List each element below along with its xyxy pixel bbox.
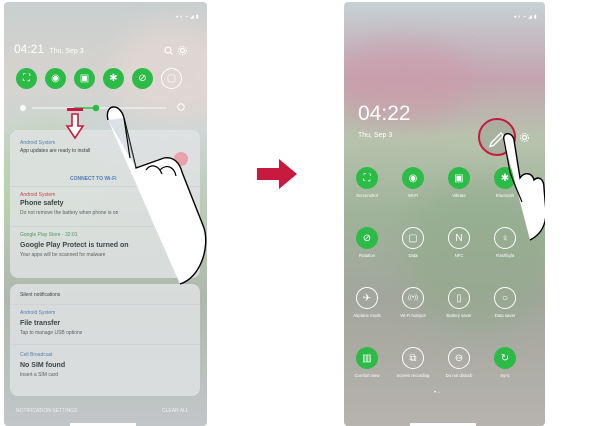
tile-screen-recording[interactable]: ⧉ Screen recording (390, 347, 436, 378)
tile-label: Battery saver (446, 313, 472, 318)
airplane-icon: ✈ (356, 287, 378, 309)
tile-label: NFC (454, 253, 464, 258)
tile-screenshot[interactable]: ⛶ Screenshot (344, 167, 390, 198)
brightness-thumb (92, 104, 100, 112)
divider (10, 304, 200, 305)
data-saver-icon: ○ (494, 287, 516, 309)
tile-label: Do not disturb (445, 373, 473, 378)
tile-label: Screen recording (396, 373, 430, 378)
notification-app: Cell Broadcast (20, 352, 53, 358)
wifi-icon[interactable]: ◉ (45, 68, 66, 89)
status-bar: ◂ ◐ ⌁ ◢ ▮ (175, 14, 199, 20)
notification-body: Insert a SIM card (20, 372, 59, 378)
tile-label: Screenshot (356, 193, 378, 198)
notification-settings-button[interactable]: NOTIFICATION SETTINGS (16, 408, 77, 414)
notification-body: Your apps will be scanned for malware (20, 252, 106, 258)
rotation-icon: ⊘ (356, 227, 378, 249)
vibrate-icon[interactable]: ▣ (74, 68, 95, 89)
do-not-disturb-icon: ⊖ (448, 347, 470, 369)
notification-app: Android System (20, 192, 56, 198)
tile-battery-saver[interactable]: ▯ Battery saver (436, 287, 482, 318)
tile-comfort-view[interactable]: ▥ Comfort view (344, 347, 390, 378)
arrow-down-icon (65, 108, 85, 140)
bluetooth-icon[interactable]: ✱ (103, 68, 124, 89)
tile-wi-fi-hotspot[interactable]: ((•)) Wi-Fi hotspot (390, 287, 436, 318)
clock-date: Thu, Sep 3 (49, 48, 84, 55)
brightness-icon (20, 105, 26, 111)
tile-do-not-disturb[interactable]: ⊖ Do not disturb (436, 347, 482, 378)
data-icon: ▢ (402, 227, 424, 249)
clock-time: 04:22 (358, 102, 411, 125)
clock-time: 04:21 Thu, Sep 3 (14, 42, 84, 56)
tile-label: Wi-Fi hotspot (400, 313, 426, 318)
notification-title: Phone safety (20, 200, 64, 207)
notification-title: File transfer (20, 320, 61, 327)
search-icon[interactable] (164, 46, 173, 55)
battery-icon: ▯ (448, 287, 470, 309)
tile-label: Comfort view (354, 373, 380, 378)
tile-nfc[interactable]: N NFC (436, 227, 482, 258)
notification-title: No SIM found (20, 362, 66, 369)
tile-label: Data (408, 253, 418, 258)
tile-data[interactable]: ▢ Data (390, 227, 436, 258)
tile-rotation[interactable]: ⊘ Rotation (344, 227, 390, 258)
silent-header: Silent notifications (20, 292, 61, 298)
tile-wi-fi[interactable]: ◉ Wi-Fi (390, 167, 436, 198)
notification-title: App updates are ready to install (20, 148, 91, 154)
tile-label: Wi-Fi (407, 193, 419, 198)
tile-label: Data saver (494, 313, 516, 318)
silent-notification-group[interactable]: Silent notifications Android System File… (10, 284, 200, 396)
tile-label: Sync (500, 373, 510, 378)
clear-all-button[interactable]: CLEAR ALL (162, 408, 189, 414)
quick-settings-row: ⛶ ◉ ▣ ✱ ⊘ ▢ (16, 68, 182, 89)
left-phone-screen: ◂ ◐ ⌁ ◢ ▮ 04:21 Thu, Sep 3 ⛶ ◉ ▣ ✱ ⊘ ▢ Androi… (4, 2, 207, 426)
screenshot-icon[interactable]: ⛶ (16, 68, 37, 89)
hand-icon (106, 106, 207, 285)
divider (10, 344, 200, 345)
status-bar: ◂ ◐ ⌁ ◢ ▮ (513, 14, 537, 20)
gear-icon[interactable] (178, 46, 187, 55)
tile-data-saver[interactable]: ○ Data saver (482, 287, 528, 318)
notification-body: Tap to manage USB options (20, 330, 83, 336)
notification-app: Google Play Store · 32:01 (20, 232, 78, 238)
tile-label: Flashlight (495, 253, 515, 258)
tile-vibrate[interactable]: ▣ Vibrate (436, 167, 482, 198)
nfc-icon: N (448, 227, 470, 249)
vibrate-icon: ▣ (448, 167, 470, 189)
clock-date: Thu, Sep 3 (358, 132, 393, 139)
hand-icon (503, 132, 545, 241)
screenshot-icon: ⛶ (356, 167, 378, 189)
rotation-icon[interactable]: ⊘ (132, 68, 153, 89)
page-indicator: • ◦ (434, 390, 440, 396)
notification-app: Android System (20, 310, 56, 316)
tile-airplane-mode[interactable]: ✈ Airplane mode (344, 287, 390, 318)
hotspot-icon: ((•)) (402, 287, 424, 309)
arrow-right-icon (257, 159, 297, 189)
tile-sync[interactable]: ↻ Sync (482, 347, 528, 378)
wifi-icon: ◉ (402, 167, 424, 189)
tile-label: Vibrate (452, 193, 466, 198)
notification-app: Android System (20, 140, 56, 146)
screen-recording-icon: ⧉ (402, 347, 424, 369)
sync-icon: ↻ (494, 347, 516, 369)
tile-label: Rotation (358, 253, 375, 258)
right-phone-screen: ◂ ◐ ⌁ ◢ ▮ 04:22 Thu, Sep 3 ⛶ Screenshot ◉ W… (344, 2, 545, 426)
comfort-view-icon: ▥ (356, 347, 378, 369)
tile-label: Airplane mode (353, 313, 381, 318)
nfc-off-icon[interactable]: ▢ (161, 68, 182, 89)
